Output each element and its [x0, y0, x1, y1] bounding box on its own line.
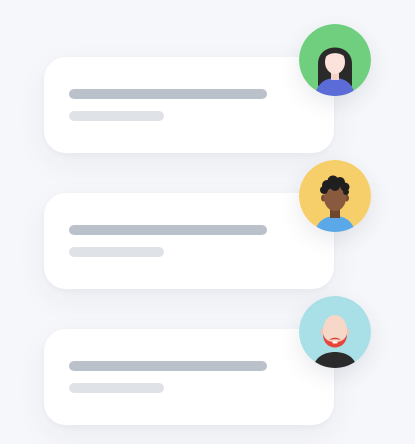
avatar	[299, 296, 371, 368]
subtitle-placeholder	[69, 111, 164, 121]
list-item[interactable]	[44, 193, 334, 289]
subtitle-placeholder	[69, 383, 164, 393]
title-placeholder	[69, 225, 267, 235]
bald-bearded-man-avatar-icon	[299, 296, 371, 368]
woman-avatar-icon	[299, 24, 371, 96]
list-item[interactable]	[44, 329, 334, 425]
list-item[interactable]	[44, 57, 334, 153]
title-placeholder	[69, 89, 267, 99]
notification-list	[0, 0, 415, 444]
man-curly-hair-avatar-icon	[299, 160, 371, 232]
avatar	[299, 160, 371, 232]
avatar	[299, 24, 371, 96]
subtitle-placeholder	[69, 247, 164, 257]
title-placeholder	[69, 361, 267, 371]
